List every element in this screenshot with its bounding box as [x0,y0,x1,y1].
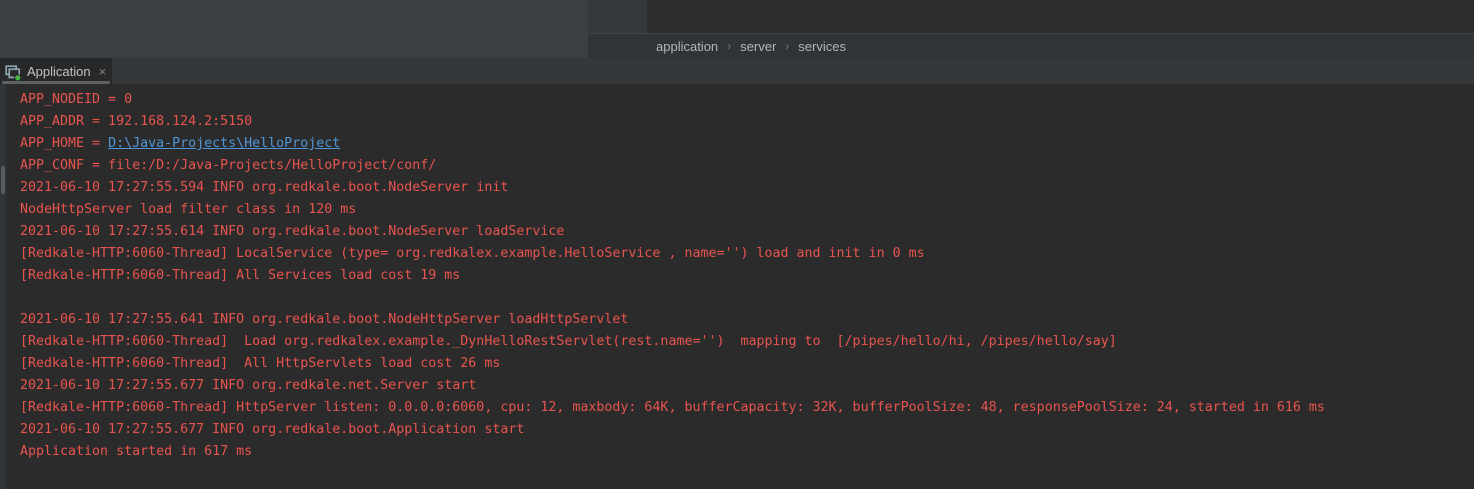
console-line: 2021-06-10 17:27:55.677 INFO org.redkale… [20,419,1474,441]
console-line: APP_ADDR = 192.168.124.2:5150 [20,111,1474,133]
breadcrumb-item-services[interactable]: services [798,39,846,54]
console-line: APP_NODEID = 0 [20,89,1474,111]
console-line: 2021-06-10 17:27:55.677 INFO org.redkale… [20,375,1474,397]
breadcrumb: application › server › services [588,33,1474,58]
console-log: APP_NODEID = 0APP_ADDR = 192.168.124.2:5… [20,89,1474,463]
ide-window: application › server › services Application … [0,0,1474,489]
console-line: [Redkale-HTTP:6060-Thread] LocalService … [20,243,1474,265]
console-line: APP_HOME = D:\Java-Projects\HelloProject [20,133,1474,155]
console-text: APP_HOME = [20,136,108,151]
left-scrollbar[interactable] [0,84,6,489]
close-icon[interactable]: × [99,65,107,78]
file-link[interactable]: D:\Java-Projects\HelloProject [108,136,340,151]
editor-gutter [588,0,647,33]
console-line: Application started in 617 ms [20,441,1474,463]
breadcrumb-item-application[interactable]: application [656,39,718,54]
editor-area [647,0,1474,33]
tab-label: Application [27,64,91,79]
console-line: [Redkale-HTTP:6060-Thread] All Services … [20,265,1474,287]
console-line: [Redkale-HTTP:6060-Thread] All HttpServl… [20,353,1474,375]
console-line: 2021-06-10 17:27:55.641 INFO org.redkale… [20,309,1474,331]
console-line [20,287,1474,309]
tab-application[interactable]: Application × [0,58,112,84]
chevron-right-icon: › [727,39,731,53]
console-line: APP_CONF = file:/D:/Java-Projects/HelloP… [20,155,1474,177]
chevron-right-icon: › [785,39,789,53]
breadcrumb-item-server[interactable]: server [740,39,776,54]
console-line: 2021-06-10 17:27:55.614 INFO org.redkale… [20,221,1474,243]
console-line: 2021-06-10 17:27:55.594 INFO org.redkale… [20,177,1474,199]
editor-left-panel [0,0,588,58]
console-line: [Redkale-HTTP:6060-Thread] Load org.redk… [20,331,1474,353]
console-line: NodeHttpServer load filter class in 120 … [20,199,1474,221]
console-run-icon [5,64,22,81]
console-output[interactable]: APP_NODEID = 0APP_ADDR = 192.168.124.2:5… [0,84,1474,489]
scrollbar-thumb[interactable] [1,166,5,194]
console-line: [Redkale-HTTP:6060-Thread] HttpServer li… [20,397,1474,419]
console-tab-strip: Application × [0,58,1474,84]
